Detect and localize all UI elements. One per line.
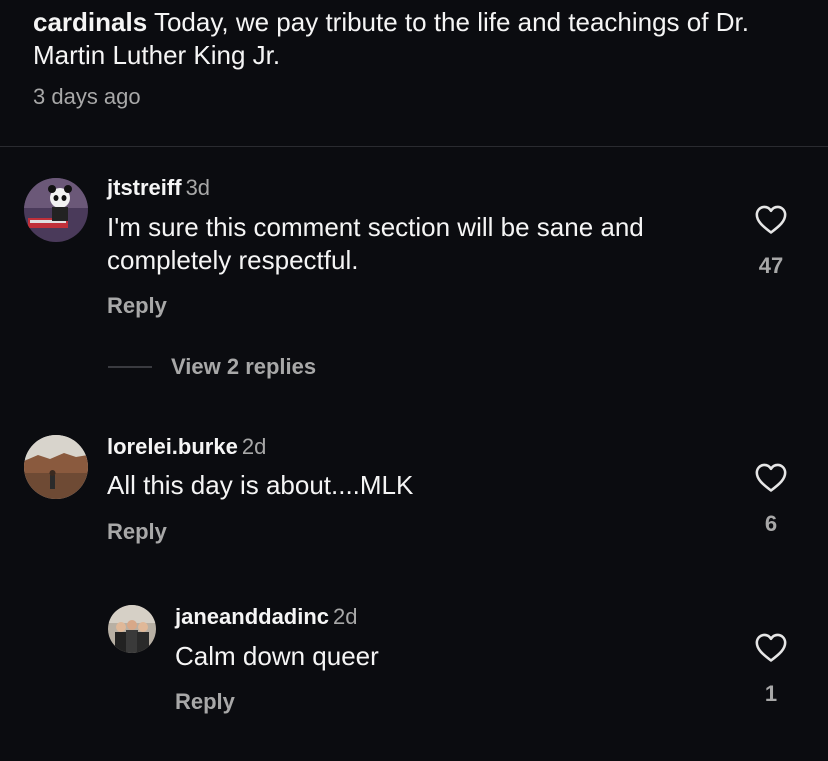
- comment-username[interactable]: janeanddadinc 2d: [175, 604, 358, 630]
- like-count: 6: [764, 511, 778, 536]
- comments-screen: cardinals Today, we pay tribute to the l…: [0, 0, 828, 761]
- username-text[interactable]: lorelei.burke: [107, 434, 238, 459]
- heart-icon: [755, 633, 787, 662]
- view-replies-button[interactable]: View 2 replies: [108, 354, 316, 380]
- heart-icon: [755, 205, 787, 234]
- landscape-avatar-icon[interactable]: [24, 435, 88, 499]
- post-author[interactable]: cardinals: [33, 7, 147, 37]
- like-count: 1: [764, 681, 778, 706]
- like-count: 47: [758, 253, 784, 278]
- comment-username[interactable]: jtstreiff 3d: [107, 175, 210, 201]
- comment-username[interactable]: lorelei.burke 2d: [107, 434, 266, 460]
- like-button[interactable]: [751, 461, 791, 493]
- view-replies-label[interactable]: View 2 replies: [171, 354, 316, 380]
- panda-avatar-icon[interactable]: [24, 178, 88, 242]
- username-text[interactable]: janeanddadinc: [175, 604, 329, 629]
- username-text[interactable]: jtstreiff: [107, 175, 182, 200]
- comment-text: Calm down queer: [175, 641, 379, 671]
- group-photo-avatar-icon[interactable]: [108, 605, 156, 653]
- reply-button[interactable]: Reply: [107, 293, 167, 319]
- post-timestamp: 3 days ago: [33, 84, 141, 109]
- like-button[interactable]: [751, 631, 791, 663]
- comment-time: 2d: [241, 434, 267, 459]
- comment-time: 2d: [333, 604, 358, 629]
- comment-text: I'm sure this comment section will be sa…: [107, 212, 644, 275]
- comment-text: All this day is about....MLK: [107, 470, 414, 500]
- like-button[interactable]: [751, 203, 791, 235]
- reply-button[interactable]: Reply: [107, 519, 167, 545]
- divider: [0, 146, 828, 147]
- reply-button[interactable]: Reply: [175, 689, 235, 715]
- replies-line: [108, 366, 152, 368]
- comment-time: 3d: [185, 175, 211, 200]
- post-caption: cardinals Today, we pay tribute to the l…: [33, 6, 803, 72]
- heart-icon: [755, 463, 787, 492]
